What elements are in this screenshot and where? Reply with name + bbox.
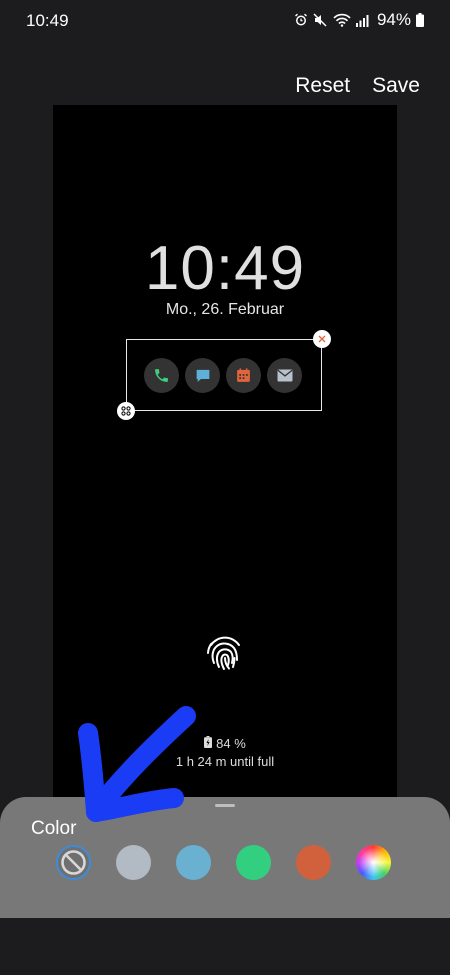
color-swatch-green[interactable]: [236, 845, 271, 880]
charge-percent: 84 %: [216, 736, 246, 751]
calendar-icon[interactable]: [226, 358, 261, 393]
charging-info: 84 % 1 h 24 m until full: [53, 735, 397, 771]
alarm-icon: [294, 13, 308, 27]
color-swatch-none[interactable]: [56, 845, 91, 880]
color-swatch-custom[interactable]: [356, 845, 391, 880]
fingerprint-icon[interactable]: [204, 631, 246, 673]
no-color-icon: [61, 850, 86, 875]
email-icon[interactable]: [267, 358, 302, 393]
status-bar: 10:49 94%: [0, 0, 450, 42]
sheet-drag-handle[interactable]: [215, 804, 235, 807]
status-time: 10:49: [26, 11, 69, 30]
widget-remove-icon[interactable]: [313, 330, 331, 348]
color-swatch-gray[interactable]: [116, 845, 151, 880]
navigation-bar: [0, 918, 450, 975]
charge-time: 1 h 24 m until full: [175, 754, 275, 769]
lockscreen-clock[interactable]: 10:49: [53, 233, 397, 304]
battery-percent: 94%: [376, 10, 411, 29]
wifi-icon: [333, 13, 351, 27]
charge-percent-row: 84 %: [53, 735, 397, 753]
battery-icon: [416, 13, 424, 27]
save-button[interactable]: Save: [372, 74, 420, 98]
color-panel-title: Color: [31, 818, 77, 839]
lockscreen-date: Mo., 26. Februar: [165, 301, 285, 318]
color-swatch-orange[interactable]: [296, 845, 331, 880]
color-swatches: [56, 845, 391, 880]
signal-icon: [355, 14, 370, 27]
screen: 10:49 94% Reset Save 10:49 Mo., 26. Febr…: [0, 0, 450, 975]
widget-app-row: [144, 358, 302, 393]
shortcut-widget[interactable]: [117, 330, 331, 420]
status-icons: 94%: [294, 10, 424, 30]
top-actions: Reset Save: [295, 74, 420, 98]
lockscreen-preview[interactable]: 10:49 Mo., 26. Februar 84 % 1 h 24 m unt…: [53, 105, 397, 825]
charging-battery-icon: [204, 735, 213, 753]
reset-button[interactable]: Reset: [295, 74, 350, 98]
widget-resize-icon[interactable]: [117, 402, 135, 420]
phone-icon[interactable]: [144, 358, 179, 393]
color-swatch-blue[interactable]: [176, 845, 211, 880]
mute-icon: [313, 13, 328, 27]
messages-icon[interactable]: [185, 358, 220, 393]
color-panel: Color: [0, 797, 450, 918]
